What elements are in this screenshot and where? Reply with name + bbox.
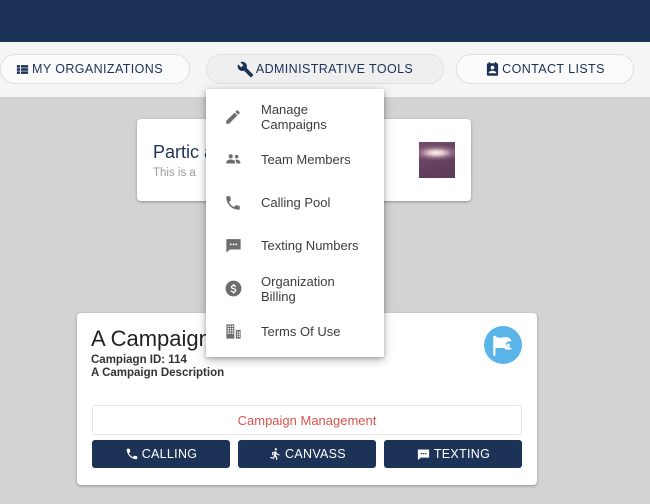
menu-item-calling-pool-label: Calling Pool [261,195,331,210]
canvass-button[interactable]: CANVASS [238,440,376,468]
calling-button-label: CALLING [141,447,198,461]
campaign-description: A Campaign Description [91,367,225,380]
texting-button-label: TEXTING [433,447,491,461]
top-header-bar [0,0,650,42]
campaign-management-button[interactable]: Campaign Management [92,405,522,435]
dollar-coin-icon [222,279,244,298]
campaign-management-label: Campaign Management [237,412,377,428]
menu-item-calling-pool[interactable]: Calling Pool [206,181,384,224]
nav-administrative-tools[interactable]: ADMINISTRATIVE TOOLS [206,54,444,84]
menu-item-team-members[interactable]: Team Members [206,138,384,181]
nav-my-organizations-label: MY ORGANIZATIONS [32,61,163,76]
menu-item-texting-numbers[interactable]: Texting Numbers [206,224,384,267]
phone-icon [222,194,244,212]
canvass-button-label: CANVASS [285,447,346,461]
menu-item-texting-numbers-label: Texting Numbers [261,238,359,253]
administrative-tools-dropdown: Manage Campaigns Team Members Calling Po… [206,89,384,357]
walking-person-icon [268,447,282,461]
contact-page-icon [485,61,500,77]
people-icon [222,150,244,169]
chat-bubble-icon [416,447,431,462]
nav-contact-lists-label: CONTACT LISTS [502,61,605,76]
chat-bubble-icon [222,236,244,255]
building-icon [222,322,244,341]
app-root: MY ORGANIZATIONS ADMINISTRATIVE TOOLS CO… [0,0,650,504]
wrench-icon [237,61,254,78]
campaign-flag-icon [484,326,522,364]
texting-button[interactable]: TEXTING [384,440,522,468]
calling-button[interactable]: CALLING [92,440,230,468]
nav-administrative-tools-label: ADMINISTRATIVE TOOLS [255,61,414,76]
nav-my-organizations[interactable]: MY ORGANIZATIONS [0,54,190,84]
pencil-icon [222,108,244,126]
menu-item-manage-campaigns-label: Manage Campaigns [261,101,327,132]
menu-item-organization-billing[interactable]: Organization Billing [206,267,384,310]
view-list-icon [15,62,30,77]
phone-icon [125,447,139,461]
menu-item-team-members-label: Team Members [261,152,351,167]
menu-item-terms-of-use[interactable]: Terms Of Use [206,310,384,353]
menu-item-manage-campaigns[interactable]: Manage Campaigns [206,95,384,138]
landscape-photo-thumbnail [419,142,455,178]
nav-contact-lists[interactable]: CONTACT LISTS [456,54,634,84]
menu-item-terms-of-use-label: Terms Of Use [261,324,341,339]
menu-item-organization-billing-label: Organization Billing [261,273,335,304]
campaign-actions: CALLING CANVASS TEXTING [92,440,522,468]
